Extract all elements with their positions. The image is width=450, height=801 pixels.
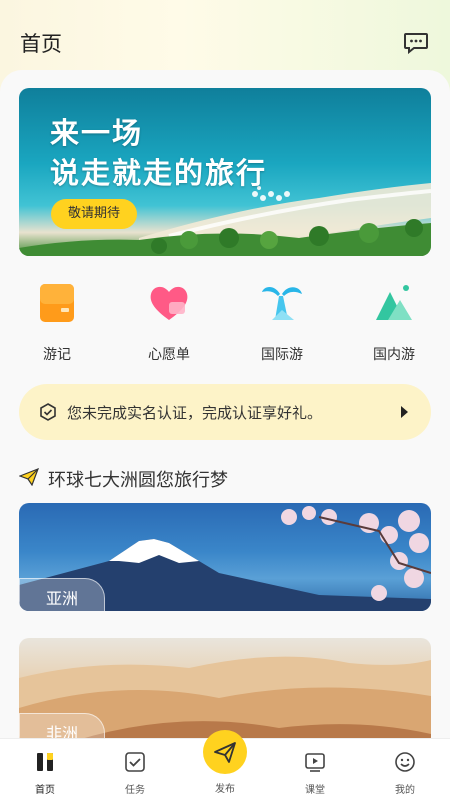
- shield-check-icon: [40, 403, 56, 421]
- page-title: 首页: [20, 32, 62, 56]
- banner-headline-2: 说走就走的旅行: [50, 156, 268, 190]
- video-class-icon: [305, 753, 325, 772]
- paper-plane-icon: [19, 468, 39, 486]
- category-label: 心愿单: [148, 347, 190, 363]
- banner-headline-1: 来一场: [50, 116, 144, 150]
- tab-label: 课堂: [305, 785, 325, 796]
- message-icon: [404, 33, 428, 55]
- mountain-icon: [372, 280, 416, 324]
- task-icon: [125, 752, 145, 772]
- heart-icon: [147, 280, 191, 324]
- tab-home[interactable]: 首页: [15, 739, 75, 796]
- category-grid: 游记 心愿单 国际游 国内游: [0, 280, 450, 370]
- category-international[interactable]: 国际游: [242, 280, 322, 364]
- continent-label: 亚洲: [19, 578, 105, 611]
- banner-button[interactable]: 敬请期待: [51, 199, 137, 229]
- message-button[interactable]: [403, 30, 429, 55]
- section-title: 环球七大洲圆您旅行梦: [48, 470, 228, 491]
- smile-icon: [395, 752, 415, 772]
- tab-task[interactable]: 任务: [105, 739, 165, 796]
- tab-label: 我的: [395, 785, 415, 796]
- palm-tree-icon: [260, 280, 304, 324]
- category-label: 国际游: [261, 347, 303, 363]
- verification-notice[interactable]: 您未完成实名认证，完成认证享好礼。: [19, 384, 431, 440]
- promo-banner[interactable]: 来一场 说走就走的旅行 敬请期待: [19, 88, 431, 256]
- tab-mine[interactable]: 我的: [375, 739, 435, 796]
- tab-label: 任务: [125, 785, 145, 796]
- category-domestic[interactable]: 国内游: [354, 280, 434, 364]
- notice-text: 您未完成实名认证，完成认证享好礼。: [67, 404, 323, 422]
- publish-button[interactable]: [203, 730, 247, 774]
- paper-plane-icon: [214, 742, 236, 763]
- chevron-right-icon: [401, 406, 408, 418]
- continent-card-asia[interactable]: 亚洲: [19, 503, 431, 611]
- category-label: 游记: [43, 347, 71, 363]
- tab-label: 发布: [215, 784, 235, 795]
- tab-classroom[interactable]: 课堂: [285, 739, 345, 796]
- category-wishlist[interactable]: 心愿单: [129, 280, 209, 364]
- travel-notes-icon: [35, 280, 79, 324]
- home-icon: [37, 753, 53, 771]
- category-travel-notes[interactable]: 游记: [17, 280, 97, 364]
- category-label: 国内游: [373, 347, 415, 363]
- tab-label: 首页: [35, 785, 55, 796]
